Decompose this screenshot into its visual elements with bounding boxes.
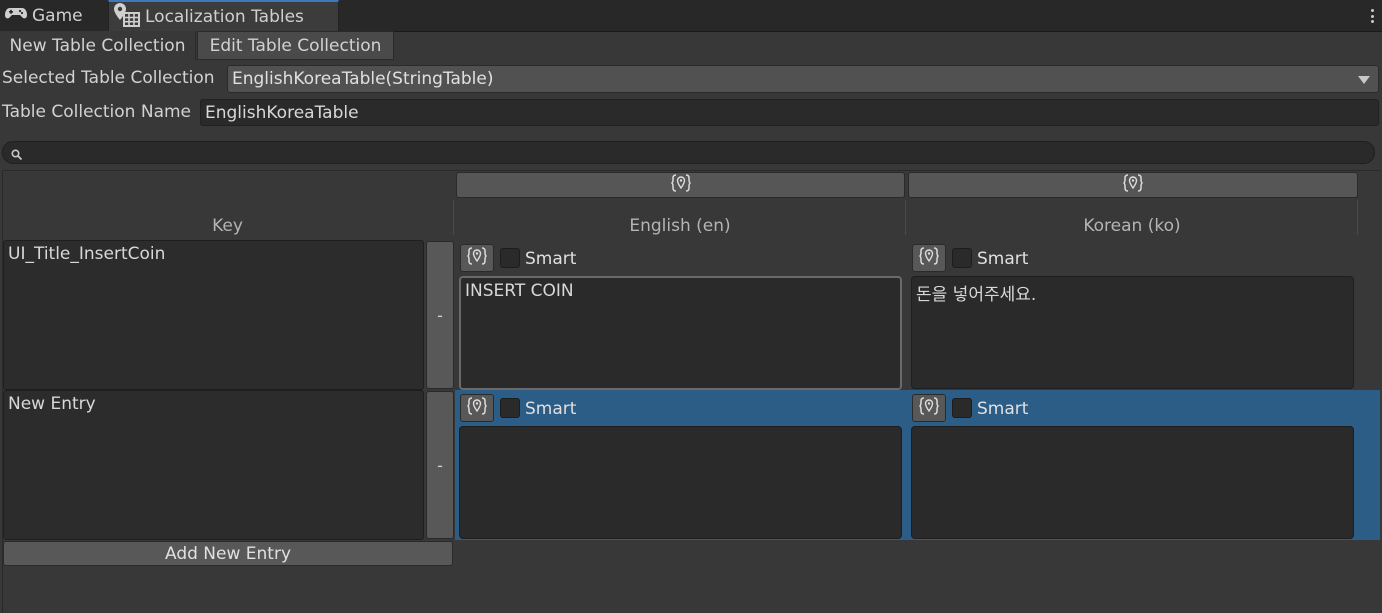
gamepad-icon <box>4 5 28 26</box>
selected-table-collection-dropdown[interactable]: EnglishKoreaTable(StringTable) <box>227 65 1379 93</box>
table-collection-name-field[interactable]: EnglishKoreaTable <box>200 99 1379 126</box>
chevron-down-icon <box>1358 76 1370 84</box>
korean-translation-field[interactable] <box>911 426 1354 539</box>
locale-settings-icon <box>918 246 940 270</box>
edit-table-collection-tab[interactable]: Edit Table Collection <box>197 31 394 60</box>
smart-label: Smart <box>977 399 1029 419</box>
locale-settings-icon <box>670 173 691 197</box>
locale-settings-icon <box>466 396 488 420</box>
smart-checkbox[interactable] <box>500 398 520 418</box>
english-translation-field[interactable] <box>459 426 902 539</box>
column-divider <box>453 200 454 235</box>
table-collection-name-value: EnglishKoreaTable <box>205 102 359 123</box>
entry-key-field[interactable]: New Entry <box>3 390 424 540</box>
column-header-key[interactable]: Key <box>2 216 453 236</box>
entry-metadata-button[interactable] <box>912 244 946 272</box>
tab-game[interactable]: Game <box>0 0 104 31</box>
column-header-korean[interactable]: Korean (ko) <box>907 216 1357 236</box>
localization-tables-icon <box>113 2 141 33</box>
remove-entry-button[interactable]: - <box>426 241 454 389</box>
tab-localization-tables-label: Localization Tables <box>145 7 304 27</box>
smart-checkbox[interactable] <box>952 248 972 268</box>
korean-translation-field[interactable]: 돈을 넣어주세요. <box>911 276 1354 389</box>
locale-settings-icon <box>1122 173 1144 197</box>
column-divider <box>1357 200 1358 235</box>
smart-checkbox[interactable] <box>952 398 972 418</box>
search-input[interactable] <box>2 141 1375 164</box>
korean-locale-menu-button[interactable] <box>908 172 1358 198</box>
smart-label: Smart <box>977 249 1029 269</box>
entry-metadata-button[interactable] <box>460 394 494 422</box>
column-divider <box>905 200 906 235</box>
entry-metadata-button[interactable] <box>912 394 946 422</box>
locale-settings-icon <box>918 396 940 420</box>
smart-label: Smart <box>525 399 577 419</box>
english-locale-menu-button[interactable] <box>456 172 905 198</box>
locale-settings-icon <box>466 246 488 270</box>
smart-checkbox[interactable] <box>500 248 520 268</box>
smart-label: Smart <box>525 249 577 269</box>
english-translation-field[interactable]: INSERT COIN <box>459 276 902 390</box>
entry-key-field[interactable]: UI_Title_InsertCoin <box>3 240 424 390</box>
remove-entry-button[interactable]: - <box>426 391 454 539</box>
selected-table-collection-value: EnglishKoreaTable(StringTable) <box>232 69 494 89</box>
more-options-icon[interactable] <box>1368 6 1376 26</box>
editor-tab-bar: Game Localization Tables <box>0 0 1382 32</box>
add-new-entry-button[interactable]: Add New Entry <box>3 541 453 566</box>
table-collection-name-label: Table Collection Name <box>2 102 192 122</box>
tab-game-label: Game <box>32 5 83 26</box>
selected-table-collection-label: Selected Table Collection <box>2 68 215 88</box>
column-header-english[interactable]: English (en) <box>455 216 905 236</box>
tab-localization-tables[interactable]: Localization Tables <box>108 0 339 32</box>
search-icon <box>11 146 23 165</box>
new-table-collection-tab[interactable]: New Table Collection <box>0 31 196 60</box>
entry-metadata-button[interactable] <box>460 244 494 272</box>
